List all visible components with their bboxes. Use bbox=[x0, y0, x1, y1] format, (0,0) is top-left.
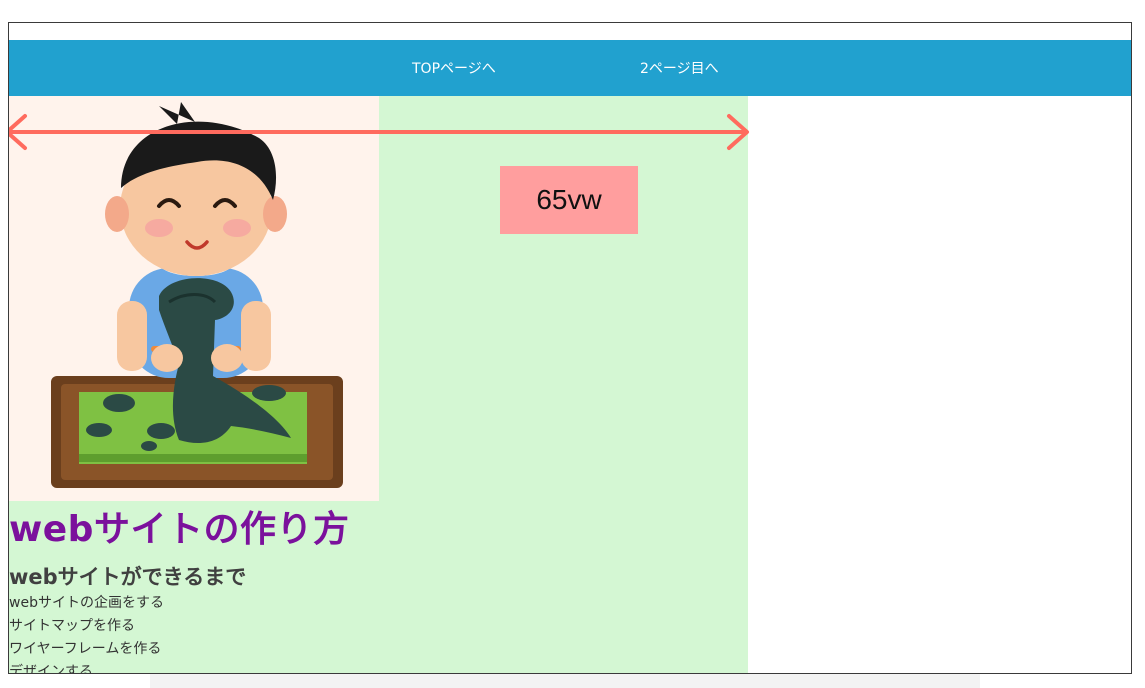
list-item: サイトマップを作る bbox=[9, 618, 135, 634]
hero-illustration bbox=[9, 96, 379, 501]
nav-link-page-2[interactable]: 2ページ目へ bbox=[640, 58, 719, 78]
list-item: デザインする bbox=[9, 664, 93, 674]
list-item: ワイヤーフレームを作る bbox=[9, 641, 162, 657]
top-navigation-bar: TOPページへ 2ページ目へ bbox=[9, 40, 1131, 96]
browser-viewport: TOPページへ 2ページ目へ webサイトの作り方 webサイトができるまで w… bbox=[8, 22, 1132, 674]
width-double-arrow-icon bbox=[9, 114, 749, 150]
steps-list: webサイトの企画をする サイトマップを作る ワイヤーフレームを作る デザインす… bbox=[9, 592, 164, 674]
bottom-shadow bbox=[150, 674, 980, 688]
width-annotation-label: 65vw bbox=[500, 166, 638, 234]
boy-sculpting-dinosaur-illustration bbox=[51, 102, 343, 488]
section-heading: webサイトができるまで bbox=[9, 565, 247, 589]
list-item: webサイトの企画をする bbox=[9, 595, 164, 611]
nav-link-top-page[interactable]: TOPページへ bbox=[412, 58, 496, 78]
page-title: webサイトの作り方 bbox=[9, 509, 350, 550]
